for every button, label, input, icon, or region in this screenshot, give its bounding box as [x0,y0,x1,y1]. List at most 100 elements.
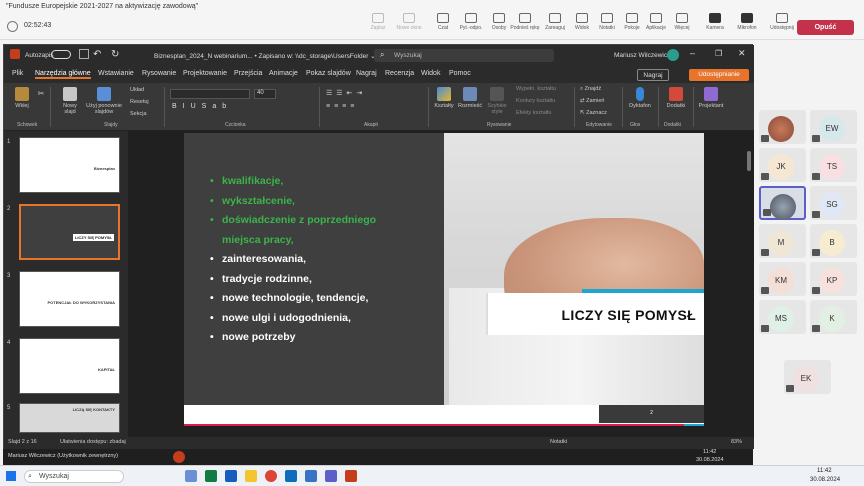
tab-widok[interactable]: Widok [421,70,440,77]
maximize-icon[interactable]: ❐ [715,49,722,58]
current-slide[interactable]: kwalifikacje,wykształcenie,doświadczenie… [184,133,704,426]
chat-button[interactable]: Czat [428,13,458,31]
participant-tile[interactable]: EK [784,360,831,394]
layout-button[interactable]: Układ [130,87,144,93]
meeting-toolbar: "Fundusze Europejskie 2021-2027 na aktyw… [0,0,864,40]
task-view-icon[interactable] [185,470,197,482]
dictate-button[interactable]: Dyktafon [626,87,654,109]
tab-wstawianie[interactable]: Wstawianie [98,70,134,77]
outlook-icon[interactable] [285,470,297,482]
participant-avatar [770,194,796,220]
find-button[interactable]: ⌕ Znajdź [580,86,601,93]
raise-hand-button[interactable]: Podnieś rękę [510,13,540,31]
excel-icon[interactable] [205,470,217,482]
quick-styles-button[interactable]: Szybkie style [484,87,510,115]
cut-icon[interactable]: ✂ [36,89,46,98]
more-button[interactable]: Więcej [667,13,697,31]
slide-thumbnail[interactable]: LICZY SIĘ POMYSŁ [19,204,120,260]
select-button[interactable]: ⇱ Zaznacz [580,110,607,116]
list-buttons[interactable]: ☰☰⇤⇥ [326,89,366,97]
shape-fill-button[interactable]: Wypełn. kształtu [516,86,556,92]
participant-tile[interactable]: B [810,224,857,258]
user-avatar[interactable] [667,49,679,61]
tab-przejścia[interactable]: Przejścia [234,70,262,77]
powerpoint-taskbar-icon[interactable] [173,451,185,463]
participant-avatar: EK [793,366,819,392]
reset-button[interactable]: Resetuj [130,99,149,105]
accessibility-status[interactable]: Ułatwienia dostępu: zbadaj [60,439,126,445]
replace-button[interactable]: ⇄ Zamień [580,98,604,104]
undo-icon[interactable]: ↶ [93,49,101,60]
footer-line [184,424,704,426]
participant-tile[interactable]: SG [810,186,857,220]
share-button[interactable]: Udostępnij [767,13,797,31]
save-button[interactable]: Zapisz [363,13,393,31]
record-button[interactable]: Nagraj [637,69,669,81]
share-button[interactable]: Udostępnianie [689,69,749,81]
participant-tile[interactable] [759,110,806,144]
taskbar-search[interactable]: ⌕ Wyszukaj [24,470,124,483]
arrange-button[interactable]: Rozmieść [458,87,482,109]
remote-taskbar: Mariusz Wilczewicz (Użytkownik zewnętrzn… [3,449,753,465]
word-icon[interactable] [225,470,237,482]
camera-button[interactable]: Kamera [700,13,730,31]
font-size-select[interactable]: 40 [254,89,276,99]
tab-pomoc[interactable]: Pomoc [449,70,471,77]
font-family-select[interactable] [170,89,250,99]
participant-tile[interactable]: KP [810,262,857,296]
close-icon[interactable]: ✕ [738,48,746,59]
participant-tile[interactable]: JK [759,148,806,182]
teams-icon[interactable] [325,470,337,482]
zoom-level[interactable]: 83% [731,439,742,445]
tab-pokaz-slajdów[interactable]: Pokaz slajdów [306,70,351,77]
font-format-buttons[interactable]: BIUSab [172,103,232,110]
save-icon[interactable] [79,49,89,59]
designer-button[interactable]: Projektant [696,87,726,109]
participant-tile[interactable]: M [759,224,806,258]
redo-icon[interactable]: ↻ [111,49,119,60]
slide-thumbnail[interactable]: POTENCJAŁ DO WYKORZYSTANIA [19,271,120,327]
tab-animacje[interactable]: Animacje [269,70,298,77]
align-buttons[interactable]: ≡≡≡≡ [326,103,358,110]
participant-tile[interactable]: EW [810,110,857,144]
leave-button[interactable]: Opuść [797,20,854,35]
vertical-scrollbar[interactable] [747,151,751,171]
autosave-toggle[interactable] [51,50,71,59]
participant-tile[interactable]: TS [810,148,857,182]
document-title[interactable]: Biznesplan_2024_N webinarium... • Zapisa… [154,52,376,60]
shape-effects-button[interactable]: Efekty kształtu [516,110,551,116]
section-button[interactable]: Sekcja [130,111,147,117]
slide-thumbnail[interactable]: LICZĄ SIĘ KONTAKTY [19,403,120,433]
addins-button[interactable]: Dodatki [662,87,690,109]
new-window-button[interactable]: Nowe okno [394,13,424,31]
notes-button[interactable]: Notatki [550,439,567,445]
tab-nagraj[interactable]: Nagraj [356,70,377,77]
start-icon[interactable] [6,471,16,481]
participant-tile[interactable]: K [810,300,857,334]
new-slide-button[interactable]: Nowy slajd [58,87,82,115]
shapes-button[interactable]: Kształty [432,87,456,109]
shape-outline-button[interactable]: Kontury kształtu [516,98,555,104]
participant-tile[interactable]: MS [759,300,806,334]
minimize-icon[interactable]: – [690,48,695,58]
slide-thumbnail[interactable]: Biznesplan [19,137,120,193]
reuse-slides-button[interactable]: Użyj ponownie slajdów [84,87,124,115]
qa-button[interactable]: Pyt.-odpo. [456,13,486,31]
tab-narzędzia-główne[interactable]: Narzędzia główne [35,70,91,79]
participant-tile[interactable]: KM [759,262,806,296]
chrome-icon[interactable] [265,470,277,482]
tab-projektowanie[interactable]: Projektowanie [183,70,227,77]
tab-plik[interactable]: Plik [12,70,23,77]
tab-rysowanie[interactable]: Rysowanie [142,70,176,77]
slide-thumbnail[interactable]: KAPITAŁ [19,338,120,394]
paste-button[interactable]: Wklej [10,87,34,109]
tab-recenzja[interactable]: Recenzja [385,70,414,77]
react-button[interactable]: Zareaguj [540,13,570,31]
search-box[interactable]: ⌕ Wyszukaj [374,49,554,62]
microphone-button[interactable]: Mikrofon [732,13,762,31]
ribbon-group-label: Czcionka [225,122,246,128]
powerpoint-icon[interactable] [345,470,357,482]
participant-tile[interactable] [759,186,806,220]
file-explorer-icon[interactable] [245,470,257,482]
app-icon[interactable] [305,470,317,482]
